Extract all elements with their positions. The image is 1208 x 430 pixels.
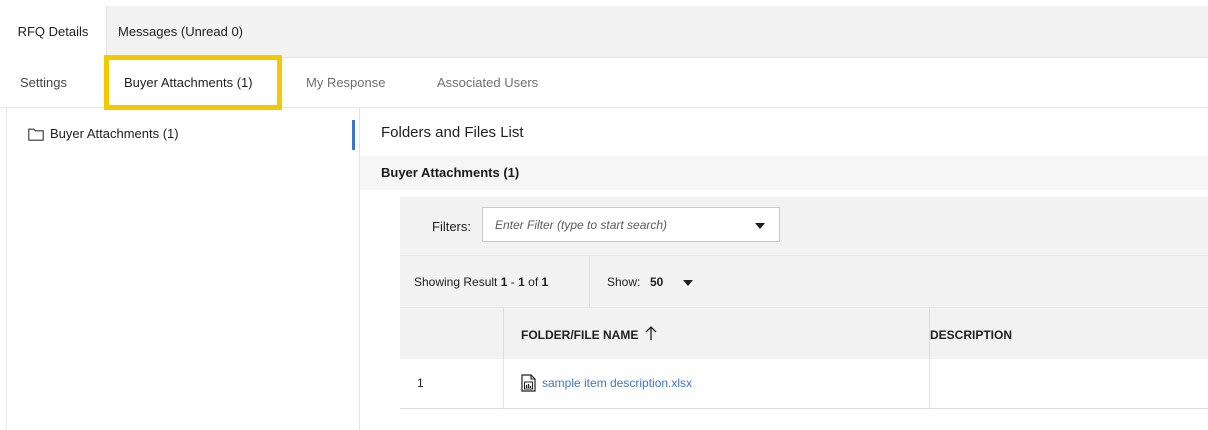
column-header-name[interactable]: FOLDER/FILE NAME — [504, 308, 930, 360]
tab-settings[interactable]: Settings — [20, 58, 67, 108]
tree-selection-indicator — [352, 120, 355, 150]
tab-messages[interactable]: Messages (Unread 0) — [118, 6, 243, 58]
tree-item-label: Buyer Attachments (1) — [50, 126, 179, 141]
file-link[interactable]: sample item description.xlsx — [542, 376, 692, 390]
filter-input[interactable]: Enter Filter (type to start search) — [482, 207, 780, 242]
row-name-cell: sample item description.xlsx — [504, 359, 930, 409]
secondary-tab-bar: Settings Buyer Attachments (1) My Respon… — [0, 58, 1208, 108]
page-size-select[interactable]: 50 — [650, 275, 663, 289]
tree-item-buyer-attachments[interactable]: Buyer Attachments (1) — [28, 124, 179, 144]
tab-my-response[interactable]: My Response — [306, 58, 385, 108]
primary-tab-bar: RFQ Details Messages (Unread 0) — [0, 6, 1208, 58]
column-header-index — [400, 308, 504, 360]
show-label: Show: — [607, 275, 641, 289]
sort-arrow-up-icon[interactable] — [644, 325, 658, 341]
column-header-description: DESCRIPTION — [930, 308, 1208, 360]
section-title: Buyer Attachments (1) — [381, 165, 520, 180]
result-bar: Showing Result 1 - 1 of 1 Show: 50 — [400, 255, 1208, 308]
folder-icon — [28, 128, 44, 141]
column-header-description-label: DESCRIPTION — [930, 328, 1013, 342]
tab-associated-users[interactable]: Associated Users — [437, 58, 538, 108]
folder-tree-panel: Buyer Attachments (1) — [0, 108, 360, 430]
table-header: FOLDER/FILE NAME DESCRIPTION — [400, 307, 1208, 360]
row-index: 1 — [417, 376, 424, 390]
spreadsheet-file-icon — [521, 374, 536, 392]
filter-bar: Filters: Enter Filter (type to start sea… — [400, 197, 1208, 255]
filter-placeholder: Enter Filter (type to start search) — [495, 218, 668, 232]
panel-edge — [6, 108, 7, 430]
tab-buyer-attachments[interactable]: Buyer Attachments (1) — [124, 58, 253, 108]
section-header: Buyer Attachments (1) — [360, 156, 1208, 190]
chevron-down-icon[interactable] — [683, 280, 693, 286]
table-row: 1 sample item description.xlsx — [400, 359, 1208, 409]
result-summary: Showing Result 1 - 1 of 1 — [414, 275, 549, 289]
tab-rfq-details[interactable]: RFQ Details — [0, 6, 107, 58]
chevron-down-icon[interactable] — [755, 223, 765, 229]
row-index-cell: 1 — [400, 359, 504, 409]
filter-label: Filters: — [432, 219, 471, 234]
result-summary-cell: Showing Result 1 - 1 of 1 — [400, 256, 590, 308]
row-description-cell — [930, 359, 1208, 409]
column-header-name-label: FOLDER/FILE NAME — [521, 328, 639, 342]
page-title: Folders and Files List — [381, 124, 524, 141]
